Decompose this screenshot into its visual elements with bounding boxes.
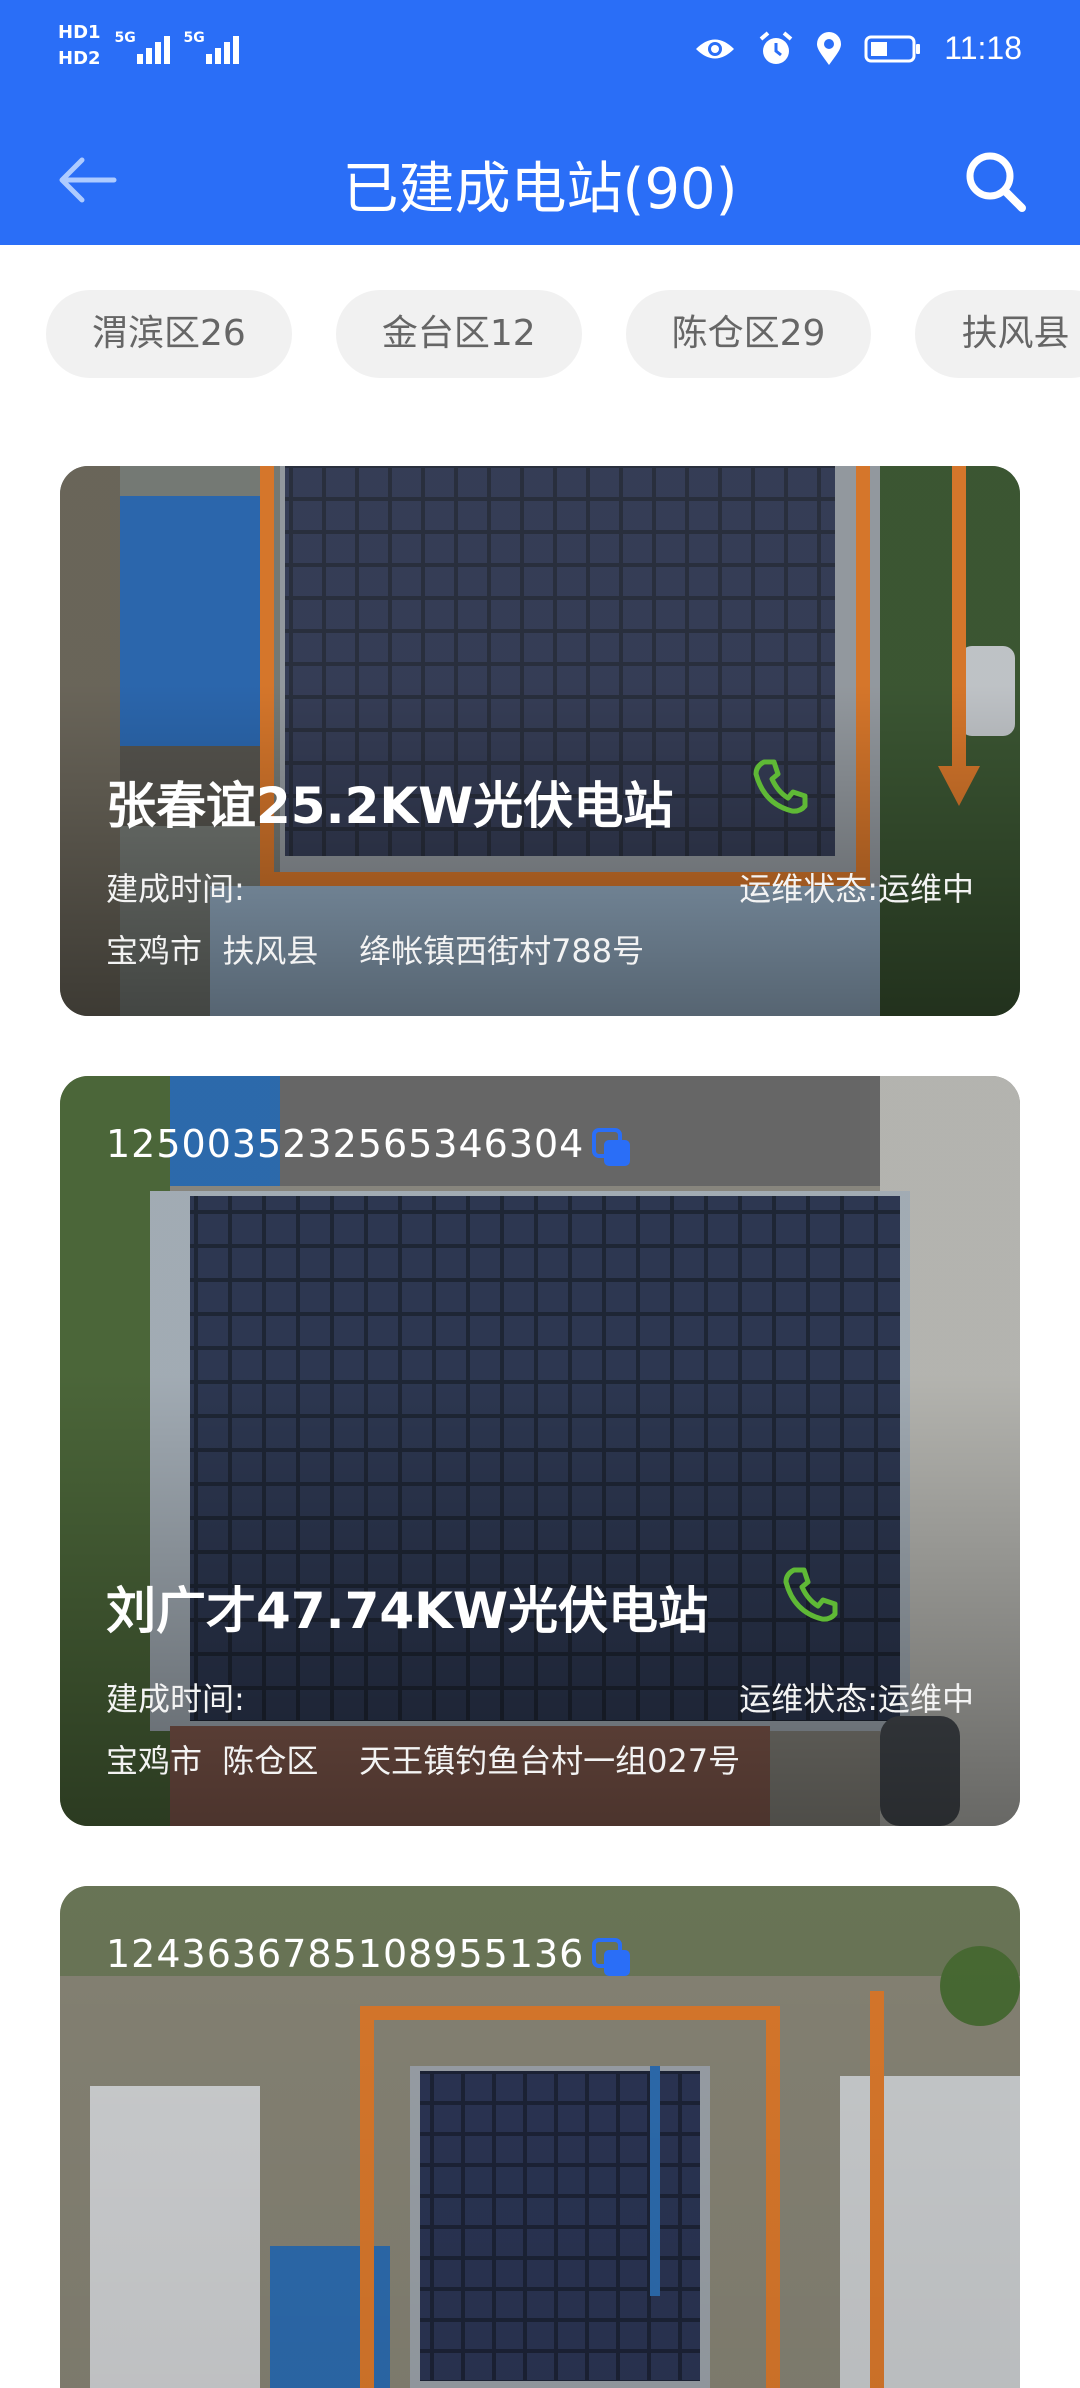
station-id: 1243636785108955136 — [106, 1932, 585, 1976]
address-row: 宝鸡市 扶风县 绛帐镇西街村788号 — [106, 926, 644, 972]
page-title: 已建成电站(90) — [342, 157, 738, 222]
app-header: HD1 HD2 5G 5G 11:18 已建成电站(90) — [0, 0, 1080, 245]
search-button[interactable] — [962, 148, 1028, 214]
copy-icon[interactable] — [590, 1126, 634, 1170]
county: 扶风县 — [222, 932, 319, 970]
county: 陈仓区 — [222, 1742, 319, 1780]
location-icon — [817, 31, 842, 65]
phone-icon[interactable] — [780, 1564, 840, 1624]
station-card[interactable]: 1250035232565346304 刘广才47.74KW光伏电站 建成时间:… — [60, 1076, 1020, 1826]
station-id: 1250035232565346304 — [106, 1122, 585, 1166]
station-title: 刘广才47.74KW光伏电站 — [106, 1582, 709, 1640]
built-time-label: 建成时间: — [106, 870, 245, 908]
search-icon — [966, 152, 1026, 212]
eye-icon — [696, 39, 735, 58]
address-row: 宝鸡市 陈仓区 天王镇钓鱼台村一组027号 — [106, 1736, 740, 1782]
phone-icon[interactable] — [750, 756, 810, 816]
battery-icon — [864, 35, 921, 62]
status-left: HD1 HD2 5G 5G — [58, 22, 239, 70]
chip-district[interactable]: 金台区12 — [335, 290, 582, 378]
signal-icon: 5G — [115, 22, 170, 64]
hd-indicator: HD1 HD2 — [58, 22, 101, 70]
hd1-label: HD1 — [58, 22, 101, 43]
alarm-icon — [759, 30, 793, 64]
meta-row: 建成时间: 运维状态:运维中 — [106, 864, 974, 910]
built-time-label: 建成时间: — [106, 1680, 245, 1718]
status-value: 运维中 — [877, 1680, 974, 1718]
status-bar: HD1 HD2 5G 5G 11:18 — [0, 0, 1080, 110]
station-title: 张春谊25.2KW光伏电站 — [106, 777, 674, 835]
chip-district[interactable]: 陈仓区29 — [625, 290, 872, 378]
street-address: 绛帐镇西街村788号 — [359, 932, 645, 970]
status-group: 运维状态:运维中 — [739, 1674, 974, 1720]
chip-district[interactable]: 扶风县 — [915, 290, 1080, 378]
title-bar: 已建成电站(90) — [0, 130, 1080, 230]
hd2-label: HD2 — [58, 48, 101, 69]
status-group: 运维状态:运维中 — [739, 864, 974, 910]
district-filter-row: 渭滨区26 金台区12 陈仓区29 扶风县 — [46, 290, 1080, 378]
network-label: 5G — [114, 30, 136, 46]
station-card[interactable]: 张春谊25.2KW光伏电站 建成时间: 运维状态:运维中 宝鸡市 扶风县 绛帐镇… — [60, 466, 1020, 1016]
status-right: 11:18 — [694, 30, 1022, 67]
street-address: 天王镇钓鱼台村一组027号 — [359, 1742, 741, 1780]
signal-icon: 5G — [184, 22, 239, 64]
station-card[interactable]: 1243636785108955136 — [60, 1886, 1020, 2388]
status-label: 运维状态: — [739, 870, 878, 908]
status-value: 运维中 — [877, 870, 974, 908]
copy-icon[interactable] — [590, 1936, 634, 1980]
meta-row: 建成时间: 运维状态:运维中 — [106, 1674, 974, 1720]
city: 宝鸡市 — [106, 932, 203, 970]
status-label: 运维状态: — [739, 1680, 878, 1718]
clock: 11:18 — [944, 30, 1022, 66]
city: 宝鸡市 — [106, 1742, 203, 1780]
network-label: 5G — [183, 30, 205, 46]
chip-district[interactable]: 渭滨区26 — [46, 290, 292, 378]
